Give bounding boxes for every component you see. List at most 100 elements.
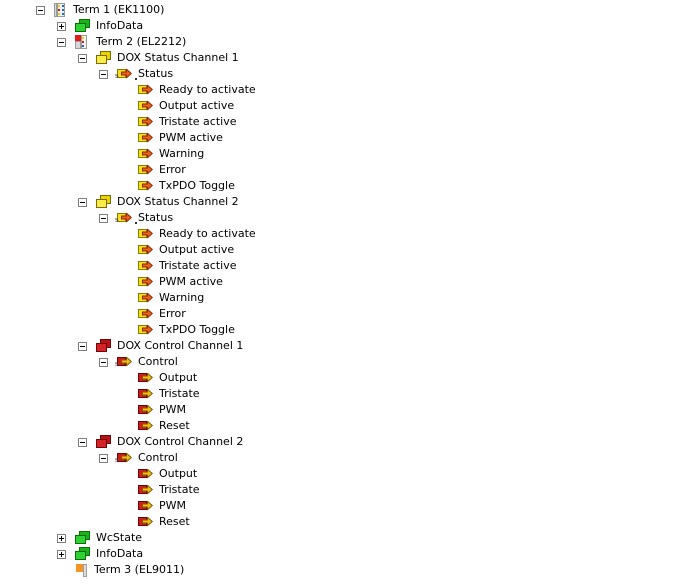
tree-node[interactable]: WcState: [57, 530, 142, 546]
ethercat-device-tree[interactable]: Term 1 (EK1100) InfoData Term 2 (EL2212) DO…: [0, 0, 700, 585]
tree-node[interactable]: s Status: [99, 210, 173, 226]
tree-node[interactable]: Term 2 (EL2212): [57, 34, 186, 50]
red-variable-icon: [138, 403, 154, 417]
tree-node[interactable]: TxPDO Toggle: [120, 178, 235, 194]
tree-node-label: Output active: [159, 99, 235, 112]
tree-node-label: Term 3 (EL9011): [94, 563, 185, 576]
tree-node[interactable]: DOX Status Channel 2: [78, 194, 239, 210]
tree-node[interactable]: Tristate: [120, 386, 200, 402]
collapse-minus-icon[interactable]: [99, 69, 108, 79]
tree-node[interactable]: Output active: [120, 242, 234, 258]
red-variable-icon: [138, 387, 154, 401]
expand-plus-icon[interactable]: [57, 533, 66, 543]
tree-node[interactable]: s Control: [99, 354, 178, 370]
tree-node[interactable]: TxPDO Toggle: [120, 322, 235, 338]
tree-node[interactable]: Term 3 (EL9011): [57, 562, 184, 578]
collapse-minus-icon[interactable]: [57, 37, 66, 47]
tree-node[interactable]: Error: [120, 162, 186, 178]
tree-node[interactable]: Error: [120, 306, 186, 322]
tree-node-label: WcState: [96, 531, 143, 544]
tree-node[interactable]: InfoData: [57, 546, 143, 562]
tree-node-label: Warning: [159, 147, 205, 160]
tree-node[interactable]: Term 1 (EK1100): [36, 2, 164, 18]
yellow-variable-icon: [138, 243, 154, 257]
tree-node-label: DOX Control Channel 1: [117, 339, 244, 352]
tree-node-label: Ready to activate: [159, 227, 256, 240]
yellow-variable-icon: [138, 163, 154, 177]
tree-node[interactable]: DOX Control Channel 1: [78, 338, 243, 354]
yellow-variable-icon: [138, 99, 154, 113]
yellow-variable-icon: [138, 307, 154, 321]
yellow-variable-icon: [138, 227, 154, 241]
tree-node-label: Output active: [159, 243, 235, 256]
tree-node[interactable]: DOX Control Channel 2: [78, 434, 243, 450]
tree-node-label: Status: [138, 211, 174, 224]
red-stack-icon: [96, 339, 112, 353]
tree-node[interactable]: Ready to activate: [120, 82, 256, 98]
tree-node-label: Tristate active: [159, 115, 237, 128]
tree-node[interactable]: Reset: [120, 514, 190, 530]
tree-node[interactable]: Tristate active: [120, 258, 236, 274]
collapse-minus-icon[interactable]: [99, 357, 108, 367]
red-variable-icon: [138, 467, 154, 481]
tree-node[interactable]: s Control: [99, 450, 178, 466]
tree-node-label: Reset: [159, 515, 190, 528]
tree-node-label: DOX Status Channel 2: [117, 195, 239, 208]
tree-node-label: TxPDO Toggle: [159, 179, 235, 192]
collapse-minus-icon[interactable]: [78, 437, 87, 447]
tree-node[interactable]: PWM: [120, 402, 186, 418]
expand-plus-icon[interactable]: [57, 549, 66, 559]
tree-node[interactable]: s Status: [99, 66, 173, 82]
tree-node[interactable]: Warning: [120, 290, 204, 306]
yellow-struct-icon: s: [115, 211, 137, 225]
collapse-minus-icon[interactable]: [78, 341, 87, 351]
red-variable-icon: [138, 419, 154, 433]
yellow-stack-icon: [96, 51, 112, 65]
tree-node[interactable]: Warning: [120, 146, 204, 162]
collapse-minus-icon[interactable]: [78, 53, 87, 63]
yellow-stack-icon: [96, 195, 112, 209]
collapse-minus-icon[interactable]: [99, 453, 108, 463]
tree-node-label: InfoData: [96, 19, 144, 32]
tree-node[interactable]: Output active: [120, 98, 234, 114]
red-stack-icon: [96, 435, 112, 449]
tree-node[interactable]: PWM active: [120, 130, 223, 146]
tree-node[interactable]: InfoData: [57, 18, 143, 34]
tree-node[interactable]: Tristate: [120, 482, 200, 498]
tree-node[interactable]: Output: [120, 370, 197, 386]
tree-node[interactable]: DOX Status Channel 1: [78, 50, 239, 66]
tree-node[interactable]: Tristate active: [120, 114, 236, 130]
tree-node[interactable]: Output: [120, 466, 197, 482]
green-stack-icon: [75, 19, 91, 33]
tree-node[interactable]: PWM: [120, 498, 186, 514]
tree-node-label: Warning: [159, 291, 205, 304]
red-struct-icon: s: [115, 451, 133, 465]
tree-node[interactable]: Reset: [120, 418, 190, 434]
tree-node-label: Error: [159, 163, 186, 176]
tree-node-label: Tristate active: [159, 259, 237, 272]
tree-node-label: Error: [159, 307, 186, 320]
collapse-minus-icon[interactable]: [78, 197, 87, 207]
red-variable-icon: [138, 499, 154, 513]
expand-plus-icon[interactable]: [57, 21, 66, 31]
red-variable-icon: [138, 483, 154, 497]
tree-node-label: Control: [138, 355, 178, 368]
tree-node[interactable]: Ready to activate: [120, 226, 256, 242]
tree-node[interactable]: PWM active: [120, 274, 223, 290]
collapse-minus-icon[interactable]: [36, 5, 45, 15]
collapse-minus-icon[interactable]: [99, 213, 108, 223]
